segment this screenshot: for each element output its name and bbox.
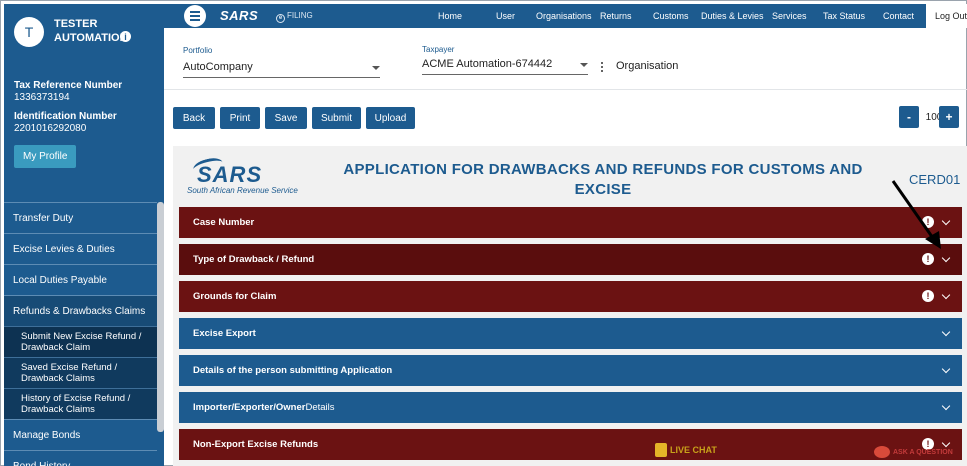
save-button[interactable]: Save	[265, 107, 307, 129]
sidebar-scrollbar[interactable]	[157, 202, 164, 432]
alert-icon: !	[922, 253, 934, 265]
section-person-submitting[interactable]: Details of the person submitting Applica…	[179, 355, 962, 386]
submenu-submit-new-claim[interactable]: Submit New Excise Refund / Drawback Clai…	[4, 326, 157, 357]
annotation-arrow-icon	[891, 180, 941, 249]
sidebar-menu: Transfer Duty Excise Levies & Duties Loc…	[4, 202, 157, 466]
alert-icon: !	[922, 290, 934, 302]
section-label-suffix: Details	[305, 402, 335, 413]
speech-bubble-icon	[874, 446, 890, 458]
efiling-e-glyph: e	[276, 14, 285, 23]
section-importer-exporter[interactable]: Importer/Exporter/Owner Details	[179, 392, 962, 423]
selector-bar: Portfolio AutoCompany Taxpayer ACME Auto…	[164, 37, 967, 85]
profile-panel: T TESTER AUTOMATION i Tax Reference Numb…	[4, 4, 164, 200]
nav-services[interactable]: Services	[772, 11, 807, 21]
taxpayer-select[interactable]: ACME Automation-674442	[422, 58, 552, 70]
nav-duties-levies[interactable]: Duties & Levies	[701, 11, 764, 21]
taxpayer-label: Taxpayer	[422, 45, 455, 54]
chevron-down-icon[interactable]	[941, 290, 951, 300]
sidebar-item-transfer-duty[interactable]: Transfer Duty	[4, 202, 157, 233]
section-label: Case Number	[193, 217, 255, 228]
section-type-of-drawback[interactable]: Type of Drawback / Refund !	[179, 244, 962, 275]
logout-button[interactable]: Log Out	[926, 4, 967, 28]
chevron-down-icon[interactable]	[941, 364, 951, 374]
chevron-down-icon[interactable]	[941, 401, 951, 411]
submenu-saved-claims[interactable]: Saved Excise Refund / Drawback Claims	[4, 357, 157, 388]
id-value: 2201016292080	[14, 123, 87, 134]
nav-home[interactable]: Home	[438, 11, 462, 21]
sidebar: T TESTER AUTOMATION i Tax Reference Numb…	[4, 4, 164, 466]
efiling-label: FILING	[287, 11, 313, 20]
section-non-export-refunds[interactable]: Non-Export Excise Refunds !	[179, 429, 962, 460]
sidebar-item-excise-levies[interactable]: Excise Levies & Duties	[4, 233, 157, 264]
submit-button[interactable]: Submit	[312, 107, 361, 129]
upload-button[interactable]: Upload	[366, 107, 415, 129]
section-label: Non-Export Excise Refunds	[193, 439, 319, 450]
section-label: Type of Drawback / Refund	[193, 254, 315, 265]
form-area: SARS South African Revenue Service APPLI…	[173, 146, 967, 466]
portfolio-underline	[183, 77, 380, 78]
top-nav: SARS e FILING Home User Organisations Ret…	[164, 4, 967, 28]
user-name: TESTER AUTOMATION	[54, 18, 128, 44]
tax-ref-label: Tax Reference Number	[14, 80, 123, 91]
chevron-down-icon[interactable]	[941, 327, 951, 337]
portfolio-label: Portfolio	[183, 46, 213, 55]
hamburger-menu-icon[interactable]	[184, 5, 206, 27]
taxpayer-chevron-down-icon[interactable]	[580, 63, 588, 67]
nav-user[interactable]: User	[496, 11, 515, 21]
efiling-window: T TESTER AUTOMATION i Tax Reference Numb…	[0, 0, 967, 466]
section-label: Excise Export	[193, 328, 256, 339]
nav-tax-status[interactable]: Tax Status	[823, 11, 865, 21]
print-button[interactable]: Print	[220, 107, 260, 129]
form-toolbar: Back Print Save Submit Upload	[173, 107, 420, 129]
organisation-label: Organisation	[616, 60, 679, 72]
section-label: Importer/Exporter/Owner	[193, 402, 306, 413]
my-profile-button[interactable]: My Profile	[14, 145, 77, 168]
sidebar-item-bond-history[interactable]: Bond History	[4, 450, 157, 466]
sars-form-logo: SARS	[191, 155, 262, 188]
zoom-out-button[interactable]: -	[899, 106, 919, 128]
form-title: APPLICATION FOR DRAWBACKS AND REFUNDS FO…	[343, 161, 863, 198]
sidebar-item-refunds-drawbacks[interactable]: Refunds & Drawbacks Claims	[4, 295, 157, 326]
zoom-control: - 100 +	[899, 106, 959, 128]
ask-question-label: ASK A QUESTION	[893, 448, 953, 456]
taxpayer-underline	[422, 74, 588, 75]
more-options-icon[interactable]	[601, 62, 604, 74]
submenu-claim-history[interactable]: History of Excise Refund / Drawback Clai…	[4, 388, 157, 419]
nav-organisations[interactable]: Organisations	[536, 11, 592, 21]
sidebar-item-local-duties[interactable]: Local Duties Payable	[4, 264, 157, 295]
section-excise-export[interactable]: Excise Export	[179, 318, 962, 349]
nav-returns[interactable]: Returns	[600, 11, 632, 21]
section-label: Details of the person submitting Applica…	[193, 365, 393, 376]
sidebar-item-manage-bonds[interactable]: Manage Bonds	[4, 419, 157, 450]
live-chat-icon	[655, 443, 667, 457]
sars-form-logo-subtitle: South African Revenue Service	[187, 186, 298, 195]
info-icon[interactable]: i	[120, 31, 131, 42]
portfolio-select[interactable]: AutoCompany	[183, 61, 253, 73]
chevron-down-icon[interactable]	[941, 253, 951, 263]
nav-customs[interactable]: Customs	[653, 11, 689, 21]
efiling-logo: e FILING	[276, 11, 313, 23]
divider	[164, 89, 967, 90]
live-chat-button[interactable]: LIVE CHAT	[655, 443, 717, 457]
section-label: Grounds for Claim	[193, 291, 277, 302]
tax-ref-value: 1336373194	[14, 92, 70, 103]
ask-question-button[interactable]: ASK A QUESTION	[874, 446, 953, 458]
portfolio-chevron-down-icon[interactable]	[372, 66, 380, 70]
live-chat-label: LIVE CHAT	[670, 445, 717, 455]
id-label: Identification Number	[14, 111, 117, 122]
avatar[interactable]: T	[14, 17, 44, 47]
sars-logo[interactable]: SARS	[220, 8, 258, 23]
nav-contact[interactable]: Contact	[883, 11, 914, 21]
form-header: SARS South African Revenue Service APPLI…	[173, 146, 967, 204]
zoom-in-button[interactable]: +	[939, 106, 959, 128]
section-grounds-for-claim[interactable]: Grounds for Claim !	[179, 281, 962, 312]
back-button[interactable]: Back	[173, 107, 215, 129]
section-case-number[interactable]: Case Number !	[179, 207, 962, 238]
